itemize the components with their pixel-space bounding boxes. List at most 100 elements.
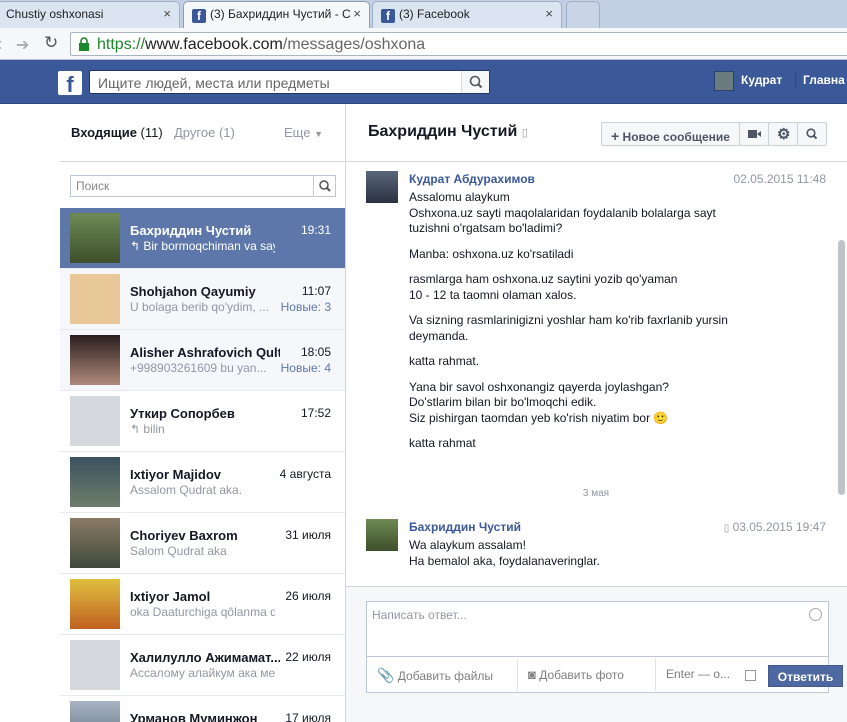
new-message-label: Новое сообщение [622,130,730,144]
facebook-logo-icon[interactable]: f [58,71,82,97]
video-call-button[interactable] [739,122,769,146]
add-files-button[interactable]: 📎 Добавить файлы [377,667,493,684]
back-arrow-icon[interactable]: ‹ [0,34,2,55]
add-photo-button[interactable]: ◙ Добавить фото [517,659,624,691]
conversation-header: Бахриддин Чустий ▯ + Новое сообщение ⚙ [346,104,847,162]
thread-list-header: Входящие (11) Другое (1) Еще ▼ Поиск [60,104,345,197]
thread-preview: U bolaga berib qo'ydim, ... [130,300,270,314]
scrollbar[interactable] [838,240,845,495]
send-reply-button[interactable]: Ответить [768,665,843,687]
list-item[interactable]: Ixtiyor Majidov 4 августа Assalom Qudrat… [60,452,345,513]
thread-name: Choriyev Baxrom [130,528,238,543]
close-icon[interactable]: × [350,6,361,21]
message-line: rasmlarga ham oshxona.uz saytini yozib q… [409,272,678,286]
camera-icon: ◙ [528,667,536,682]
left-margin [0,104,60,722]
message-line: deymanda. [409,328,469,343]
list-item[interactable]: Бахриддин Чустий 19:31 ↰ Bir bormoqchima… [60,208,345,269]
address-toolbar: ‹ ➔ ↻ https://www.facebook.com/messages/… [0,28,847,60]
message-line: Wa alaykum assalam! [409,538,526,552]
other-count: (1) [218,125,235,140]
video-camera-icon [748,130,761,138]
reload-icon[interactable]: ↻ [44,33,58,53]
settings-button[interactable]: ⚙ [768,122,798,146]
reply-textarea[interactable]: Написать ответ... [366,601,829,657]
thread-name: Бахриддин Чустий [130,223,252,238]
thread-preview: Salom Qudrat aka [130,544,227,558]
new-count-badge: Новые: 4 [280,361,331,375]
tab-inbox-label: Входящие [71,125,137,140]
close-icon[interactable]: × [163,6,171,21]
message-author[interactable]: Кудрат Абдурахимов [409,172,535,186]
day-separator-label: 3 мая [574,488,618,499]
list-item[interactable]: Урманов Муминжон 17 июля [60,696,345,722]
url-field[interactable]: https://www.facebook.com/messages/oshxon… [70,32,847,56]
thread-preview: +998903261609 bu yan... [130,361,267,375]
thread-list: Бахриддин Чустий 19:31 ↰ Bir bormoqchima… [60,208,345,722]
emoji-icon[interactable] [809,608,822,621]
new-count-badge: Новые: 3 [280,300,331,314]
avatar[interactable] [366,171,398,203]
tab-inbox[interactable]: Входящие (11) [71,125,163,140]
search-placeholder: Поиск [76,179,110,193]
thread-name: Shohjahon Qayumiy [130,284,256,299]
thread-time: 17:52 [300,406,331,420]
list-item[interactable]: Choriyev Baxrom 31 июля Salom Qudrat aka [60,513,345,574]
message-date: 03.05.2015 19:47 [732,520,826,534]
new-message-button[interactable]: + Новое сообщение [601,122,740,146]
message-author[interactable]: Бахриддин Чустий [409,520,521,534]
message-line: Oshxona.uz sayti maqolalaridan foydalani… [409,205,716,220]
composer-toolbar: 📎 Добавить файлы ◙ Добавить фото Enter —… [366,657,843,693]
conversation-title: Бахриддин Чустий [368,123,518,140]
forward-arrow-icon[interactable]: ➔ [16,35,29,55]
day-separator: 3 мая [366,488,826,499]
search-placeholder: Ищите людей, места или предметы [98,75,330,91]
inbox-count: (11) [140,125,163,140]
browser-tab[interactable]: Chustiy oshxonasi × [0,1,180,28]
page-title[interactable]: Бахриддин Чустий ▯ [368,123,528,141]
more-dropdown[interactable]: Еще ▼ [284,125,323,140]
browser-tab-active[interactable]: f (3) Бахриддин Чустий - С × [183,1,370,29]
browser-tab[interactable]: f (3) Facebook × [372,1,562,28]
list-item[interactable]: Уткир Сопорбев 17:52 ↰ bilin [60,391,345,452]
global-search-input[interactable]: Ищите людей, места или предметы [89,70,490,94]
search-icon[interactable] [461,71,489,93]
close-icon[interactable]: × [545,6,553,21]
message: Бахриддин Чустий ▯ 03.05.2015 19:47 Wa a… [366,516,826,576]
enter-to-send-checkbox[interactable] [745,670,756,681]
new-tab-button[interactable] [566,1,600,28]
list-item[interactable]: Ixtiyor Jamol 26 июля oka Daaturchiga qô… [60,574,345,635]
avatar[interactable] [366,519,398,551]
home-link[interactable]: Главна [795,73,845,87]
profile-link[interactable]: Кудрат [741,73,782,87]
list-item[interactable]: Халилулло Ажимамат... 22 июля Ассалому а… [60,635,345,696]
search-icon [806,128,818,140]
thread-name: Уткир Сопорбев [130,406,235,421]
message-line: Do'stlarim bilan bir bo'lmoqchi edik. [409,395,597,409]
message-line: Va sizning rasmlarinigizni yoshlar ham k… [409,313,728,327]
message-line: Yana bir savol oshxonangiz qayerda joyla… [409,379,669,394]
thread-name: Ixtiyor Majidov [130,467,222,482]
thread-search-input[interactable]: Поиск [70,175,336,197]
search-conversation-button[interactable] [797,122,827,146]
message-date: 02.05.2015 11:48 [733,172,826,186]
thread-time: 18:05 [300,345,331,359]
search-icon[interactable] [313,176,335,196]
list-item[interactable]: Alisher Ashrafovich Qult... 18:05 +99890… [60,330,345,391]
tab-other[interactable]: Другое (1) [174,125,235,140]
enter-to-send-label: Enter — о... [655,659,755,691]
avatar [70,640,120,690]
message-line: Assalomu alaykum [409,190,510,204]
avatar [70,457,120,507]
thread-list-panel: Входящие (11) Другое (1) Еще ▼ Поиск Бах… [60,104,346,722]
list-item[interactable]: Shohjahon Qayumiy 11:07 U bolaga berib q… [60,269,345,330]
tab-other-label: Другое [174,125,216,140]
avatar [70,274,120,324]
tab-title: (3) Facebook [399,7,470,21]
add-files-label: Добавить файлы [397,669,494,683]
avatar [70,518,120,568]
thread-preview: ↰ Bir bormoqchiman va sayt... [130,239,275,253]
thread-preview: oka Daaturchiga qôlanma di... [130,605,275,619]
avatar[interactable] [714,71,734,91]
message-line: Siz pishirgan taomdan yeb ko'rish niyati… [409,410,669,425]
